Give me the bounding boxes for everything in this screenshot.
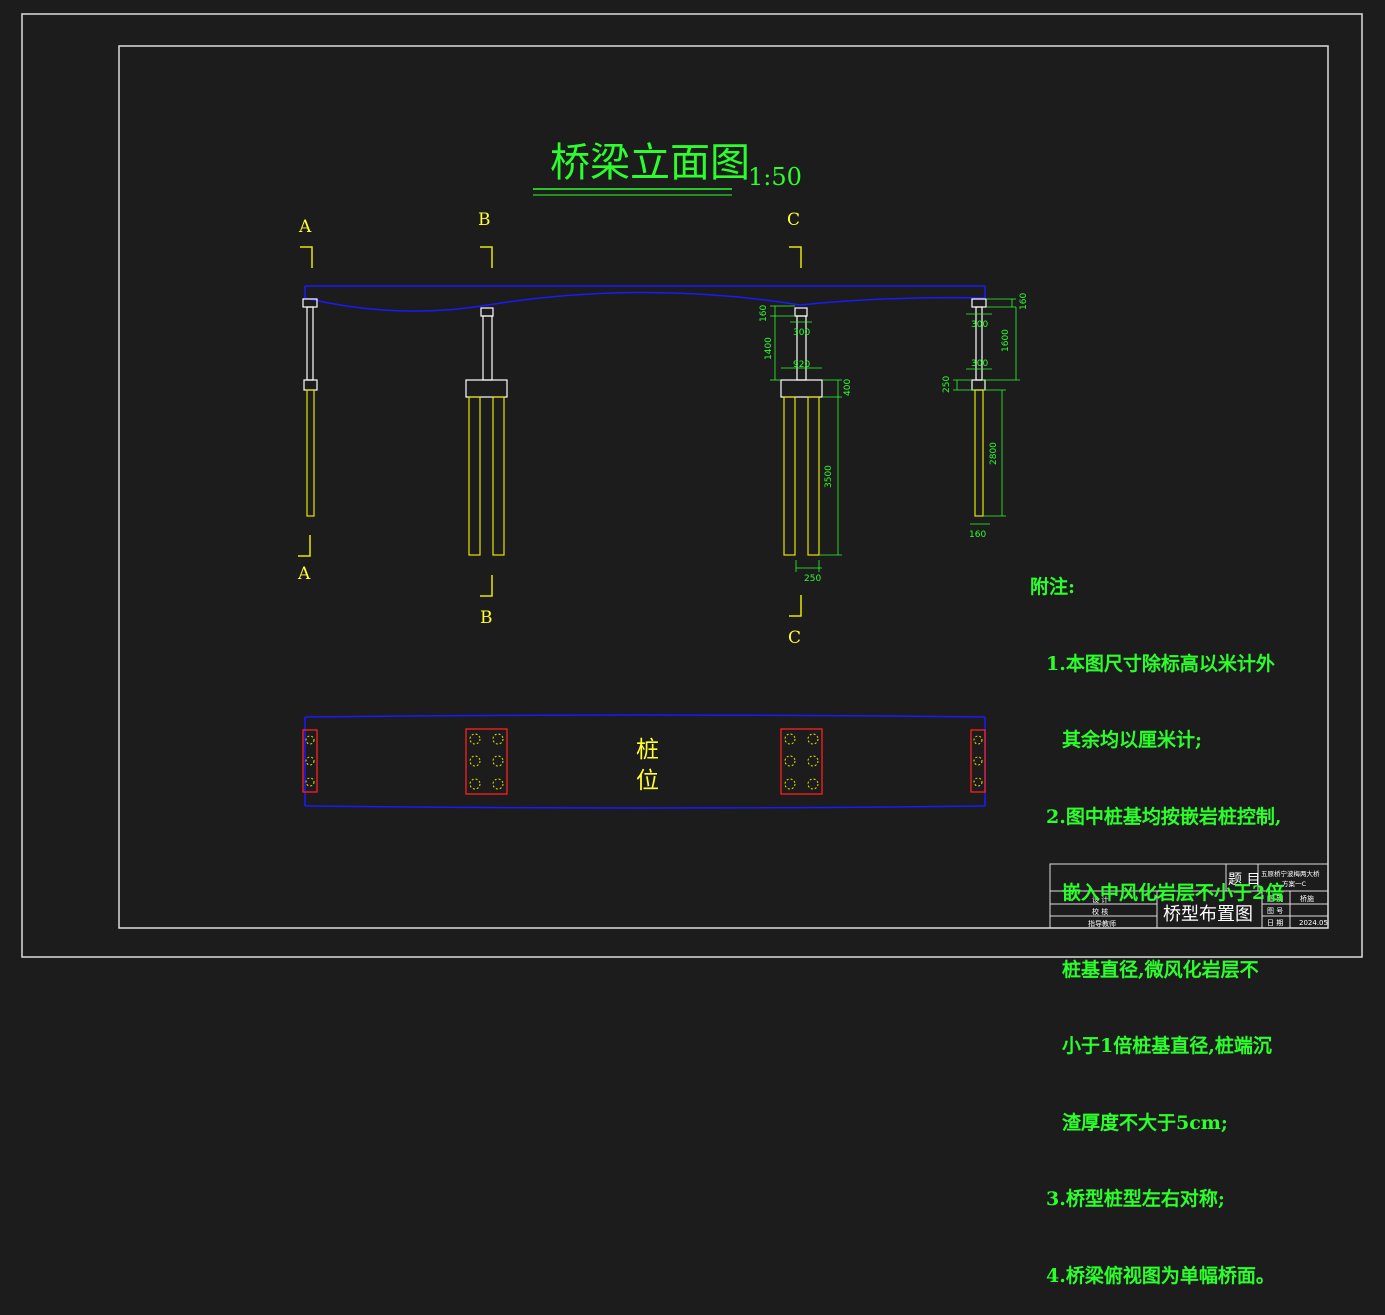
- pile-group-b: [465, 728, 508, 795]
- notes-title: 附注:: [1030, 576, 1076, 598]
- dim-250-c: 250: [804, 574, 821, 584]
- dim-300-d-mid: 300: [971, 359, 988, 369]
- pile-group-c: [780, 728, 823, 795]
- pile-plan-label-1: 桩: [636, 737, 659, 763]
- dim-1400-c: 1400: [764, 337, 774, 360]
- section-label-a-top: A: [298, 217, 312, 237]
- note-line-9: 4.桥梁俯视图为单幅桥面。: [1046, 1264, 1275, 1287]
- dim-250-d: 250: [942, 376, 952, 393]
- dim-300-d-top: 300: [971, 320, 988, 330]
- title-block-r-value1: 桥施: [1300, 894, 1314, 903]
- scale-text: 1:50: [748, 163, 802, 191]
- note-line-1: 1.本图尺寸除标高以米计外: [1046, 652, 1275, 675]
- main-title: 桥梁立面图: [550, 140, 750, 186]
- dim-300-c: 300: [793, 328, 810, 338]
- dim-3500-c: 3500: [824, 465, 834, 488]
- note-line-3: 2.图中桩基均按嵌岩桩控制,: [1046, 805, 1282, 828]
- note-line-7: 渣厚度不大于5cm;: [1062, 1111, 1228, 1134]
- pier-b: [465, 307, 508, 556]
- dim-160-c: 160: [759, 305, 769, 322]
- title-block-r-value3: 2024.05: [1299, 919, 1328, 927]
- pier-d: [971, 298, 987, 517]
- pier-c: [780, 307, 823, 556]
- section-label-b-bottom: B: [480, 608, 493, 628]
- pile-group-d: [970, 729, 986, 793]
- dim-2800-d: 2800: [989, 442, 999, 465]
- note-line-8: 3.桥型桩型左右对称;: [1046, 1188, 1225, 1210]
- pile-plan-label-2: 位: [636, 768, 659, 794]
- note-line-5: 桩基直径,微风化岩层不: [1062, 958, 1259, 981]
- section-marker-b: [480, 246, 493, 597]
- note-line-2: 其余均以厘米计;: [1062, 729, 1203, 751]
- title-block-project-sub: 方案一C: [1282, 879, 1307, 888]
- note-line-4: 嵌入中风化岩层不小于2倍: [1062, 882, 1285, 904]
- note-line-6: 小于1倍桩基直径,桩端沉: [1062, 1035, 1272, 1057]
- bridge-deck-bottom: [304, 291, 986, 312]
- dim-1600-d: 1600: [1001, 329, 1011, 352]
- dim-920-c: 920: [793, 360, 810, 370]
- section-label-a-bottom: A: [297, 564, 311, 584]
- section-label-c-top: C: [787, 210, 800, 230]
- dim-160-d-top: 160: [1019, 293, 1029, 310]
- section-label-b-top: B: [478, 210, 491, 230]
- pier-a: [302, 298, 318, 517]
- dim-400-c: 400: [843, 379, 853, 396]
- notes-block: 附注: 1.本图尺寸除标高以米计外 其余均以厘米计; 2.图中桩基均按嵌岩桩控制…: [1030, 524, 1284, 1315]
- dim-160-d-bottom: 160: [969, 530, 986, 540]
- section-label-c-bottom: C: [788, 628, 801, 648]
